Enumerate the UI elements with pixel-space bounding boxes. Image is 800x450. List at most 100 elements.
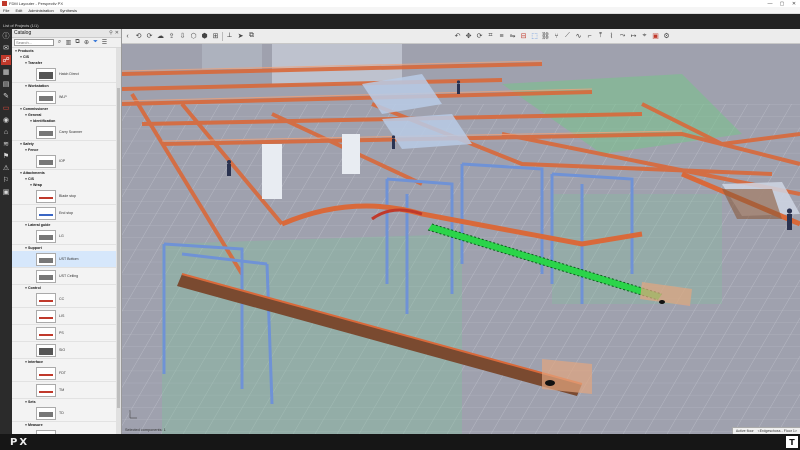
- scene-canvas[interactable]: [122, 44, 800, 434]
- catalog-item[interactable]: Hatch Direct: [12, 66, 116, 83]
- conveyor-end: [542, 359, 592, 394]
- catalog-item[interactable]: End stop: [12, 205, 116, 222]
- copy-icon[interactable]: ⧉: [74, 39, 81, 46]
- redo-icon[interactable]: ⟳: [144, 31, 155, 42]
- catalog-scrollbar[interactable]: [116, 48, 121, 434]
- catalog-item[interactable]: IOP: [12, 153, 116, 170]
- undo-icon[interactable]: ⟲: [133, 31, 144, 42]
- tree-group-label: Attachments: [23, 171, 45, 175]
- cloud-icon[interactable]: ☁: [155, 31, 166, 42]
- frame-icon[interactable]: ⌗: [485, 31, 496, 42]
- delete-icon[interactable]: ▥: [65, 39, 72, 46]
- stack-icon[interactable]: ≡: [496, 31, 507, 42]
- document-icon[interactable]: ▤: [1, 79, 11, 89]
- info-icon[interactable]: ⓘ: [1, 31, 11, 41]
- align-icon[interactable]: ⊟: [518, 31, 529, 42]
- active-floor-bar[interactable]: Active floor <Erdgeschoss - Floor 1>: [731, 427, 800, 434]
- delete-red-icon[interactable]: ▣: [650, 31, 661, 42]
- filter-icon[interactable]: ⏷: [92, 39, 99, 46]
- back-icon[interactable]: ‹: [122, 31, 133, 42]
- bottom-bar: PX T: [0, 434, 800, 450]
- copy-icon[interactable]: ⧉: [246, 31, 257, 42]
- cube-icon[interactable]: ⬡: [188, 31, 199, 42]
- tree-group-label: Fence: [28, 148, 39, 152]
- catalog-item-label: End stop: [59, 211, 74, 215]
- house-icon[interactable]: ⌂: [1, 127, 11, 137]
- catalog-item[interactable]: PS: [12, 325, 116, 342]
- flag-icon[interactable]: ⚑: [1, 151, 11, 161]
- catalog-item[interactable]: UST Ceiling: [12, 268, 116, 285]
- conveyor-drive: [545, 380, 555, 386]
- curve-icon[interactable]: ∿: [573, 31, 584, 42]
- arrow-icon[interactable]: ➤: [235, 31, 246, 42]
- catalog-item[interactable]: Blade stop: [12, 188, 116, 205]
- green-zone: [162, 234, 462, 434]
- rotate-left-icon[interactable]: ↶: [452, 31, 463, 42]
- catalog-search-input[interactable]: [14, 39, 54, 46]
- menu-edit[interactable]: Edit: [12, 8, 25, 13]
- project-list-label[interactable]: List of Projects (1/1): [3, 23, 39, 28]
- menu-synthesis[interactable]: Synthesis: [57, 8, 80, 13]
- layers-icon[interactable]: ≋: [1, 139, 11, 149]
- catalog-item[interactable]: LIS: [12, 308, 116, 325]
- catalog-item[interactable]: Carry Scanner: [12, 124, 116, 141]
- cube-edit-icon[interactable]: ⬢: [199, 31, 210, 42]
- cube-add-icon[interactable]: ⊞: [210, 31, 221, 42]
- item-thumbnail: [36, 90, 56, 104]
- folder-icon[interactable]: ▭: [1, 103, 11, 113]
- grid-icon[interactable]: ▦: [1, 67, 11, 77]
- report-icon[interactable]: ▣: [1, 187, 11, 197]
- link-icon[interactable]: ⛓: [540, 31, 551, 42]
- tree-group-label: Measure: [28, 423, 43, 427]
- catalog-item[interactable]: FDT: [12, 365, 116, 382]
- catalog-item[interactable]: TD: [12, 405, 116, 422]
- catalog-item[interactable]: SIO: [12, 342, 116, 359]
- catalog-item[interactable]: WLP: [12, 89, 116, 106]
- catalog-tree: ▾ Products ▾ CIS ▾ Transfer Hatch Direct ▾ Works…: [12, 48, 116, 434]
- flag-icon[interactable]: ⚐: [1, 175, 11, 185]
- list-icon[interactable]: ☰: [101, 39, 108, 46]
- item-thumbnail: [36, 229, 56, 243]
- settings-icon[interactable]: ⚙: [661, 31, 672, 42]
- eye-icon[interactable]: ◉: [1, 115, 11, 125]
- cloud-download-icon[interactable]: ⇩: [177, 31, 188, 42]
- minimize-button[interactable]: —: [764, 0, 776, 7]
- scrollbar-thumb[interactable]: [117, 88, 120, 408]
- catalog-item[interactable]: LG: [12, 228, 116, 245]
- move-icon[interactable]: ✥: [463, 31, 474, 42]
- catalog-item[interactable]: UST Bottom: [12, 251, 116, 268]
- cloud-upload-icon[interactable]: ⇪: [166, 31, 177, 42]
- menu-file[interactable]: File: [0, 8, 12, 13]
- step-icon[interactable]: ⌇: [606, 31, 617, 42]
- maximize-button[interactable]: ▢: [776, 0, 788, 7]
- active-floor-value[interactable]: <Erdgeschoss - Floor 1>: [758, 429, 797, 433]
- height-icon[interactable]: ⤒: [595, 31, 606, 42]
- mail-icon[interactable]: ✉: [1, 43, 11, 53]
- select-box-icon[interactable]: ⬚: [529, 31, 540, 42]
- connect-icon[interactable]: ⟋: [562, 31, 573, 42]
- wrench-icon[interactable]: ✎: [1, 91, 11, 101]
- warning-icon[interactable]: ⚠: [1, 163, 11, 173]
- spline-icon[interactable]: ⤳: [617, 31, 628, 42]
- close-button[interactable]: ✕: [788, 0, 800, 7]
- zoom-icon[interactable]: ⊕: [83, 39, 90, 46]
- catalog-title: Catalog: [14, 30, 32, 36]
- tree-group-label: Commissioner: [23, 107, 48, 111]
- close-icon[interactable]: ✕: [115, 30, 119, 36]
- catalog-item-label: TD: [59, 411, 64, 415]
- split-icon[interactable]: ⑂: [551, 31, 562, 42]
- catalog-item[interactable]: TM: [12, 382, 116, 399]
- measure-line-icon[interactable]: ↦: [628, 31, 639, 42]
- menu-administration[interactable]: Administration: [25, 8, 56, 13]
- search-icon[interactable]: ⌕: [56, 39, 63, 46]
- pin-icon[interactable]: ⚲: [109, 30, 113, 36]
- snap-icon[interactable]: ⌖: [639, 31, 650, 42]
- catalog-item-label: FDT: [59, 371, 66, 375]
- measure-icon[interactable]: ⟂: [224, 31, 235, 42]
- 3d-viewport[interactable]: Selected components: 1 Active floor <Erd…: [122, 44, 800, 434]
- mirror-icon[interactable]: ⇋: [507, 31, 518, 42]
- catalog-icon[interactable]: ☍: [1, 55, 11, 65]
- rotate-icon[interactable]: ⟳: [474, 31, 485, 42]
- bend-icon[interactable]: ⌐: [584, 31, 595, 42]
- catalog-item[interactable]: CC: [12, 291, 116, 308]
